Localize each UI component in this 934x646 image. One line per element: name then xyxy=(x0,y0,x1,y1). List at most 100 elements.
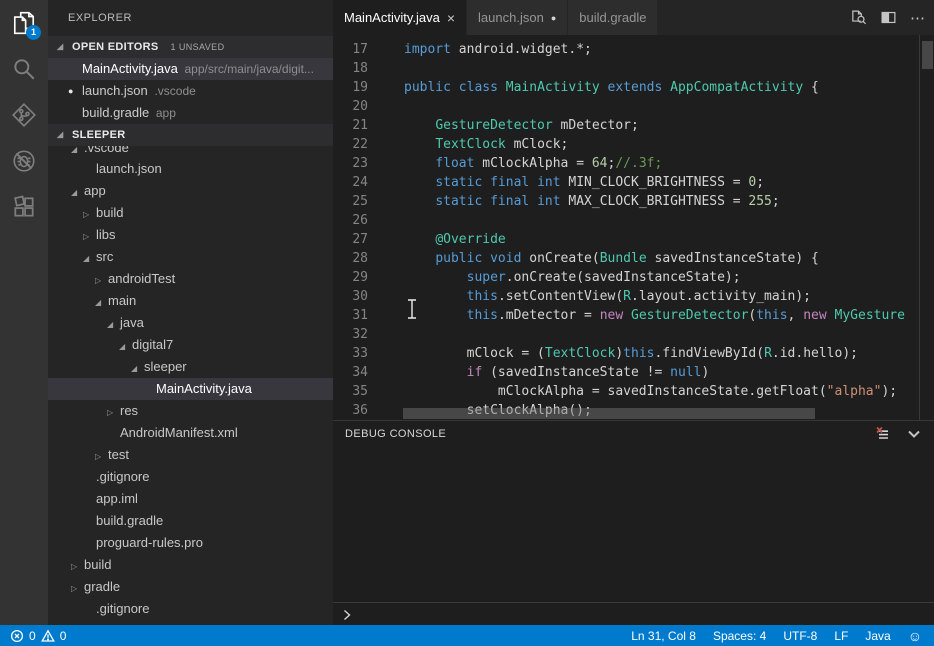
chevron-expanded-icon[interactable]: ◢ xyxy=(57,124,69,146)
open-editor-item[interactable]: ●launch.json .vscode xyxy=(48,80,333,102)
chevron-expanded-icon[interactable]: ◢ xyxy=(107,314,120,336)
modified-dot-icon[interactable]: ● xyxy=(551,13,556,23)
code-line[interactable]: 26 xyxy=(333,211,920,230)
more-actions-icon[interactable]: ⋯ xyxy=(910,9,926,27)
tree-item-mainactivity-java[interactable]: MainActivity.java xyxy=(48,378,333,400)
project-section-header[interactable]: ◢ SLEEPER xyxy=(48,124,333,146)
tree-item-test[interactable]: ▷test xyxy=(48,444,333,466)
tree-item-build-gradle[interactable]: build.gradle xyxy=(48,510,333,532)
activity-debug-button[interactable] xyxy=(0,138,48,184)
code-line[interactable]: 23 float mClockAlpha = 64;//.3f; xyxy=(333,154,920,173)
tree-item-inner: ◢main xyxy=(48,290,333,314)
chevron-collapsed-icon[interactable]: ▷ xyxy=(107,402,120,424)
tree-item-src[interactable]: ◢src xyxy=(48,246,333,268)
problems-status[interactable]: 0 0 xyxy=(0,629,66,643)
line-number: 18 xyxy=(333,59,368,78)
code-line[interactable]: 35 mClockAlpha = savedInstanceState.getF… xyxy=(333,382,920,401)
tree-item-gradle[interactable]: ▷gradle xyxy=(48,576,333,598)
chevron-collapsed-icon[interactable]: ▷ xyxy=(95,446,108,468)
tree-item--vscode[interactable]: ◢.vscode xyxy=(48,146,333,158)
code-line[interactable]: 29 super.onCreate(savedInstanceState); xyxy=(333,268,920,287)
tree-item-build[interactable]: ▷build xyxy=(48,554,333,576)
code-line[interactable]: 22 TextClock mClock; xyxy=(333,135,920,154)
activity-extensions-button[interactable] xyxy=(0,184,48,230)
tree-item-androidmanifest-xml[interactable]: AndroidManifest.xml xyxy=(48,422,333,444)
line-number: 34 xyxy=(333,363,368,382)
search-icon xyxy=(11,56,37,82)
code-line[interactable]: 27 @Override xyxy=(333,230,920,249)
chevron-expanded-icon[interactable]: ◢ xyxy=(131,358,144,380)
cursor-position-status[interactable]: Ln 31, Col 8 xyxy=(631,629,696,643)
tree-item--gitignore[interactable]: .gitignore xyxy=(48,466,333,488)
code-line[interactable]: 21 GestureDetector mDetector; xyxy=(333,116,920,135)
horizontal-scrollbar-thumb[interactable] xyxy=(403,408,815,419)
chevron-collapsed-icon[interactable]: ▷ xyxy=(71,578,84,600)
chevron-collapsed-icon[interactable]: ▷ xyxy=(71,556,84,578)
tab-launch-json[interactable]: launch.json ● xyxy=(467,0,568,35)
indentation-status[interactable]: Spaces: 4 xyxy=(713,629,766,643)
code-line[interactable]: 25 static final int MAX_CLOCK_BRIGHTNESS… xyxy=(333,192,920,211)
chevron-collapsed-icon[interactable]: ▷ xyxy=(83,204,96,226)
split-editor-icon[interactable] xyxy=(880,9,897,26)
activity-search-button[interactable] xyxy=(0,46,48,92)
tab-bar: MainActivity.java × launch.json ● build.… xyxy=(333,0,934,35)
code-line[interactable]: 33 mClock = (TextClock)this.findViewById… xyxy=(333,344,920,363)
code-line[interactable]: 18 xyxy=(333,59,920,78)
tree-item-libs[interactable]: ▷libs xyxy=(48,224,333,246)
activity-explorer-button[interactable]: 1 xyxy=(0,0,48,46)
tree-item-app[interactable]: ◢app xyxy=(48,180,333,202)
chevron-expanded-icon[interactable]: ◢ xyxy=(119,336,132,358)
debug-console-panel: DEBUG CONSOLE xyxy=(333,420,934,626)
vscode-window: 1 xyxy=(0,0,934,646)
encoding-status[interactable]: UTF-8 xyxy=(783,629,817,643)
code-line[interactable]: 17import android.widget.*; xyxy=(333,40,920,59)
tree-item-inner: ◢app xyxy=(48,180,333,204)
tree-item-androidtest[interactable]: ▷androidTest xyxy=(48,268,333,290)
code-line[interactable]: 28 public void onCreate(Bundle savedInst… xyxy=(333,249,920,268)
tree-item-label: digital7 xyxy=(132,337,173,352)
chevron-expanded-icon[interactable]: ◢ xyxy=(57,36,69,58)
chevron-collapsed-icon[interactable]: ▷ xyxy=(83,226,96,248)
clear-console-icon[interactable] xyxy=(874,426,890,442)
code-editor[interactable]: 17import android.widget.*;1819public cla… xyxy=(333,35,934,420)
tree-item-res[interactable]: ▷res xyxy=(48,400,333,422)
chevron-expanded-icon[interactable]: ◢ xyxy=(71,146,84,158)
activity-source-control-button[interactable] xyxy=(0,92,48,138)
debug-repl-input[interactable] xyxy=(333,602,934,626)
tree-item-app-iml[interactable]: app.iml xyxy=(48,488,333,510)
code-line[interactable]: 20 xyxy=(333,97,920,116)
line-content: static final int MAX_CLOCK_BRIGHTNESS = … xyxy=(404,192,780,211)
tree-item-java[interactable]: ◢java xyxy=(48,312,333,334)
chevron-expanded-icon[interactable]: ◢ xyxy=(71,182,84,204)
tree-item-main[interactable]: ◢main xyxy=(48,290,333,312)
open-editor-name: build.gradle app xyxy=(82,102,176,124)
chevron-collapsed-icon[interactable]: ▷ xyxy=(95,270,108,292)
feedback-smiley-icon[interactable]: ☺ xyxy=(908,629,922,643)
eol-status[interactable]: LF xyxy=(834,629,848,643)
language-mode-status[interactable]: Java xyxy=(865,629,890,643)
tree-item-sleeper[interactable]: ◢sleeper xyxy=(48,356,333,378)
tree-item-launch-json[interactable]: launch.json xyxy=(48,158,333,180)
tree-item-build[interactable]: ▷build xyxy=(48,202,333,224)
chevron-expanded-icon[interactable]: ◢ xyxy=(95,292,108,314)
collapse-panel-chevron-icon[interactable] xyxy=(906,426,922,442)
tree-item-proguard-rules-pro[interactable]: proguard-rules.pro xyxy=(48,532,333,554)
code-line[interactable]: 24 static final int MIN_CLOCK_BRIGHTNESS… xyxy=(333,173,920,192)
tree-item--gitignore[interactable]: .gitignore xyxy=(48,598,333,620)
tab-mainactivity[interactable]: MainActivity.java × xyxy=(333,0,467,35)
tree-item-digital7[interactable]: ◢digital7 xyxy=(48,334,333,356)
code-line[interactable]: 34 if (savedInstanceState != null) xyxy=(333,363,920,382)
open-preview-icon[interactable] xyxy=(850,9,867,26)
code-line[interactable]: 32 xyxy=(333,325,920,344)
open-editor-item[interactable]: build.gradle app xyxy=(48,102,333,124)
tab-build-gradle[interactable]: build.gradle xyxy=(568,0,658,35)
code-line[interactable]: 31 this.mDetector = new GestureDetector(… xyxy=(333,306,920,325)
code-line[interactable]: 19public class MainActivity extends AppC… xyxy=(333,78,920,97)
code-line[interactable]: 30 this.setContentView(R.layout.activity… xyxy=(333,287,920,306)
close-icon[interactable]: × xyxy=(447,11,455,25)
open-editors-header[interactable]: ◢ OPEN EDITORS1 UNSAVED xyxy=(48,36,333,58)
chevron-expanded-icon[interactable]: ◢ xyxy=(83,248,96,270)
vertical-scrollbar[interactable] xyxy=(919,35,934,420)
open-editor-item[interactable]: MainActivity.java app/src/main/java/digi… xyxy=(48,58,333,80)
vertical-scrollbar-thumb[interactable] xyxy=(922,41,933,69)
